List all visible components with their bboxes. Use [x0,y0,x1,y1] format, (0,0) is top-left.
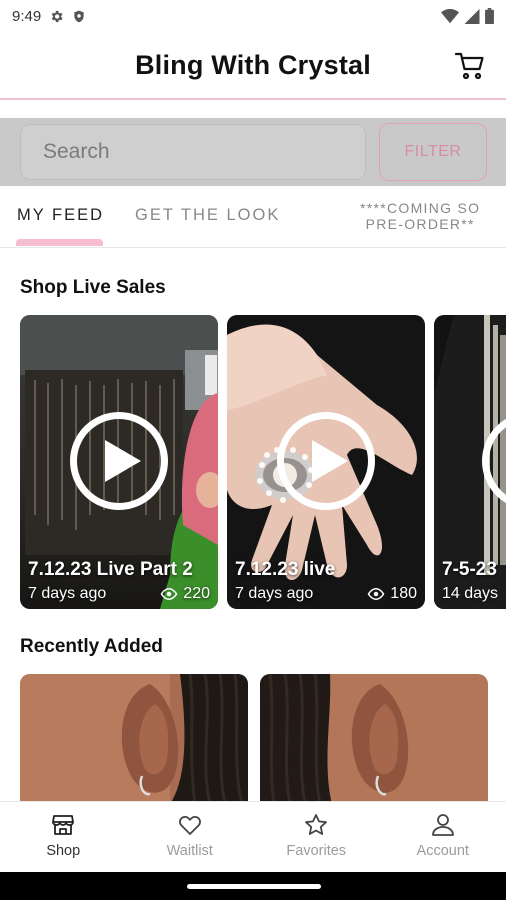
app-header: Bling With Crystal [0,32,506,100]
recently-added-heading: Recently Added [20,636,163,657]
nav-account-label: Account [416,843,469,859]
play-icon [312,440,348,482]
view-count: 220 [160,585,210,603]
live-sale-card[interactable]: 7.12.23 Live Part 2 7 days ago 220 [20,315,218,609]
star-icon [305,814,328,835]
system-gesture-bar [0,872,506,900]
search-placeholder: Search [43,140,110,163]
nav-shop[interactable]: Shop [0,802,127,872]
play-button[interactable] [70,412,168,510]
search-bar: Search FILTER [0,118,506,186]
app-title: Bling With Crystal [135,49,371,80]
product-image [260,674,488,804]
signal-icon [464,8,480,24]
live-sale-meta: 7 days ago 180 [235,585,417,603]
feed-tabs: MY FEED GET THE LOOK ****COMING SO PRE-O… [0,190,506,248]
tab-get-the-look[interactable]: GET THE LOOK [135,206,280,225]
eye-icon [367,588,385,600]
live-sale-title: 7.12.23 Live Part 2 [28,559,193,580]
tab-coming-soon-line1: ****COMING SO [360,200,481,216]
cart-button[interactable] [454,50,486,82]
status-bar: 9:49 [0,0,506,32]
play-icon [105,440,141,482]
view-count-value: 220 [183,585,210,602]
live-sales-heading: Shop Live Sales [20,277,166,298]
nav-waitlist-label: Waitlist [166,843,213,859]
tab-my-feed-label: MY FEED [17,206,105,224]
live-sale-title: 7.12.23 live [235,559,336,580]
wifi-icon [441,8,459,23]
nav-favorites-label: Favorites [286,843,347,859]
filter-button[interactable]: FILTER [379,123,487,181]
nav-waitlist[interactable]: Waitlist [127,802,254,872]
eye-icon [160,588,178,600]
tab-coming-soon[interactable]: ****COMING SO PRE-ORDER** [360,200,480,232]
live-sale-age: 7 days ago [28,585,107,602]
tab-get-the-look-label: GET THE LOOK [135,206,281,224]
product-card[interactable] [20,674,248,804]
battery-icon [485,8,494,24]
home-gesture-handle[interactable] [187,884,321,889]
heart-icon [178,815,201,835]
live-sale-meta: 14 days [442,585,498,603]
nav-account[interactable]: Account [380,802,506,872]
live-sale-title: 7-5-23 [442,559,497,580]
shop-icon [52,815,75,835]
product-image [20,674,248,804]
live-sale-card[interactable]: 7-5-23 14 days [434,315,506,609]
live-sale-age: 14 days [442,585,499,602]
tab-my-feed[interactable]: MY FEED [17,206,104,225]
nav-shop-label: Shop [46,843,81,859]
view-count: 180 [367,585,417,603]
tab-coming-soon-line2: PRE-ORDER** [365,216,475,232]
account-icon [431,814,454,836]
bottom-nav: Shop Waitlist Favorites Account [0,801,506,872]
view-count-value: 180 [390,585,417,602]
live-sale-meta: 7 days ago 220 [28,585,210,603]
search-input[interactable]: Search [20,124,366,180]
active-tab-indicator [16,239,103,246]
filter-label: FILTER [404,143,462,160]
play-button[interactable] [277,412,375,510]
shield-icon [74,10,84,22]
cart-icon [454,52,484,80]
status-time: 9:49 [12,7,42,25]
product-card[interactable] [260,674,488,804]
nav-favorites[interactable]: Favorites [253,802,380,872]
settings-gear-icon [51,10,63,22]
live-sale-card[interactable]: 7.12.23 live 7 days ago 180 [227,315,425,609]
live-sale-age: 7 days ago [235,585,314,602]
